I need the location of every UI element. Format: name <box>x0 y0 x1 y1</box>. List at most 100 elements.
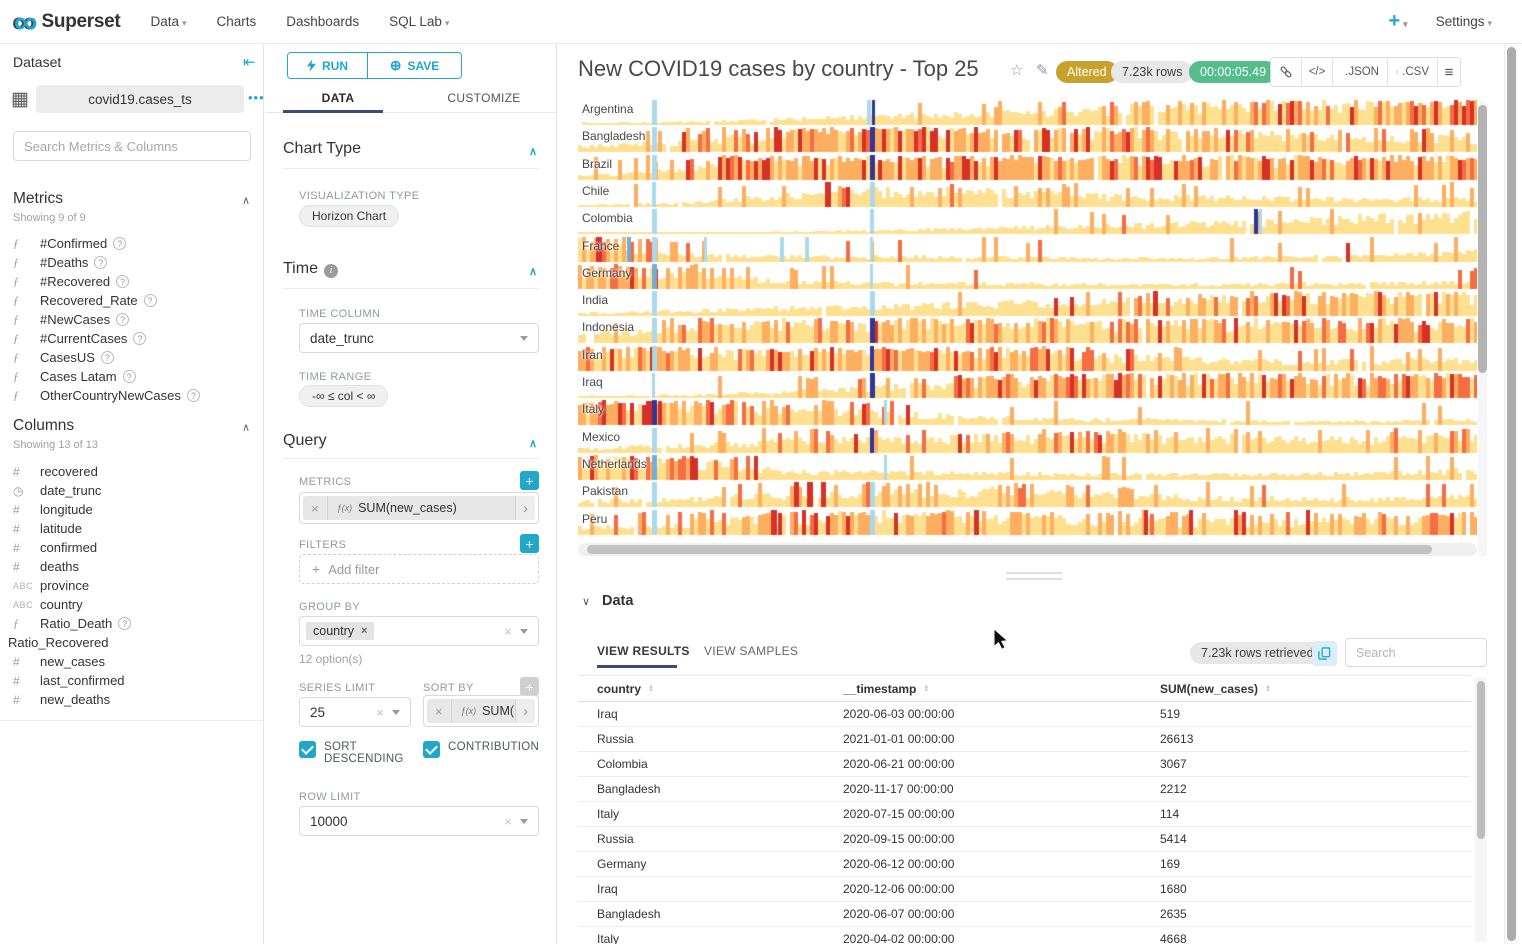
nav-item-sql-lab[interactable]: SQL Lab▾ <box>389 14 449 29</box>
column-item-new-deaths[interactable]: #new_deaths <box>13 690 258 709</box>
dataset-more-menu[interactable]: ••• <box>248 90 265 105</box>
copy-link-button[interactable] <box>1271 58 1302 86</box>
column-item-date-trunc[interactable]: ◷date_trunc <box>13 481 258 500</box>
page-scroll-thumb[interactable] <box>1507 47 1516 941</box>
time-collapse-icon[interactable]: ∧ <box>529 265 537 278</box>
metric-item-casesus[interactable]: ƒCasesUS? <box>13 348 258 367</box>
chevron-down-icon: ▾ <box>1403 19 1408 29</box>
add-sort-button[interactable]: + <box>520 677 539 696</box>
metrics-collapse-icon[interactable]: ∧ <box>242 194 250 207</box>
run-button[interactable]: RUN <box>288 53 368 78</box>
column-item-confirmed[interactable]: #confirmed <box>13 538 258 557</box>
column-item-country[interactable]: ABCcountry <box>13 595 258 614</box>
chart-vscroll-thumb[interactable] <box>1478 105 1487 373</box>
sort-icon[interactable]: ▲▼ <box>648 685 654 693</box>
tab-data[interactable]: DATA <box>265 84 411 112</box>
hash-icon: # <box>13 522 40 536</box>
nav-item-data[interactable]: Data▾ <box>150 14 186 29</box>
tab-view-samples[interactable]: VIEW SAMPLES <box>704 644 798 658</box>
chart-hscroll-thumb[interactable] <box>587 545 1432 554</box>
time-column-select[interactable]: date_trunc <box>299 323 539 353</box>
filters-label: FILTERS <box>299 539 346 551</box>
new-item-button[interactable]: +▾ <box>1388 10 1407 33</box>
altered-badge[interactable]: Altered <box>1056 61 1118 83</box>
column-item-deaths[interactable]: #deaths <box>13 557 258 576</box>
expand-sort-icon[interactable]: › <box>515 699 535 723</box>
remove-sort-icon[interactable]: × <box>427 699 452 723</box>
add-filter-dropzone[interactable]: +Add filter <box>299 554 539 584</box>
superset-logo[interactable]: ∞ Superset <box>14 7 120 37</box>
column-item-ratio-recovered[interactable]: Ratio_Recovered <box>8 633 258 652</box>
nav-item-charts[interactable]: Charts <box>217 14 257 29</box>
viz-type-label: VISUALIZATION TYPE <box>299 190 420 202</box>
sort-icon[interactable]: ▲▼ <box>923 685 929 693</box>
search-metrics-columns-input[interactable] <box>13 131 251 161</box>
contribution-checkbox[interactable] <box>423 741 440 758</box>
row-limit-select[interactable]: 10000× <box>299 806 539 836</box>
time-section-title[interactable]: Timei <box>283 260 338 278</box>
metric-item--deaths[interactable]: ƒ#Deaths? <box>13 253 258 272</box>
column-header-sum[interactable]: SUM(new_cases)▲▼ <box>1141 682 1471 696</box>
panel-resize-handle[interactable] <box>1006 572 1062 584</box>
metric-item-othercountrynewcases[interactable]: ƒOtherCountryNewCases? <box>13 386 258 405</box>
viz-type-value[interactable]: Horizon Chart <box>299 205 399 227</box>
edit-title-icon[interactable]: ✎ <box>1036 61 1049 79</box>
chart-title: New COVID19 cases by country - Top 25 <box>578 56 979 82</box>
metric-item-recovered-rate[interactable]: ƒRecovered_Rate? <box>13 291 258 310</box>
settings-menu[interactable]: Settings▾ <box>1436 14 1492 29</box>
remove-metric-icon[interactable]: × <box>303 496 328 520</box>
columns-collapse-icon[interactable]: ∧ <box>242 421 250 434</box>
chart-type-section-title[interactable]: Chart Type <box>283 140 361 158</box>
column-item-recovered[interactable]: #recovered <box>13 462 258 481</box>
data-panel-collapse-icon[interactable]: ∨ <box>582 595 590 608</box>
clear-icon[interactable]: × <box>376 705 384 720</box>
collapse-sidebar-icon[interactable]: ⇤ <box>243 53 256 71</box>
table-vscroll-thumb[interactable] <box>1477 681 1485 839</box>
metric-item--currentcases[interactable]: ƒ#CurrentCases? <box>13 329 258 348</box>
time-range-value[interactable]: -∞ ≤ col < ∞ <box>299 385 388 407</box>
column-item-latitude[interactable]: #latitude <box>13 519 258 538</box>
sort-by-pill[interactable]: × ƒ(x) SUM(... › <box>427 699 535 723</box>
copy-data-button[interactable] <box>1312 641 1337 666</box>
column-item-longitude[interactable]: #longitude <box>13 500 258 519</box>
tab-view-results[interactable]: VIEW RESULTS <box>597 644 690 658</box>
favorite-star-icon[interactable]: ☆ <box>1010 61 1023 79</box>
column-item-new-cases[interactable]: #new_cases <box>13 652 258 671</box>
results-search-input[interactable] <box>1345 638 1487 667</box>
export-csv-button[interactable]: .CSV <box>1388 58 1438 86</box>
tab-customize[interactable]: CUSTOMIZE <box>411 84 557 112</box>
groupby-select[interactable]: country× × <box>299 616 539 646</box>
clear-icon[interactable]: × <box>504 814 512 829</box>
clear-icon[interactable]: × <box>504 624 512 639</box>
metric-item--recovered[interactable]: ƒ#Recovered? <box>13 272 258 291</box>
query-section-title[interactable]: Query <box>283 432 327 450</box>
column-header-country[interactable]: country▲▼ <box>578 682 824 696</box>
column-item-last-confirmed[interactable]: #last_confirmed <box>13 671 258 690</box>
column-item-province[interactable]: ABCprovince <box>13 576 258 595</box>
metric-pill[interactable]: × ƒ(x) SUM(new_cases) › <box>303 496 535 520</box>
expand-metric-icon[interactable]: › <box>515 496 535 520</box>
table-cell: 2020-06-21 00:00:00 <box>824 757 1141 771</box>
add-metric-button[interactable]: + <box>520 471 539 490</box>
dataset-name[interactable]: covid19.cases_ts <box>36 85 244 113</box>
chevron-down-icon <box>520 819 528 824</box>
sort-descending-checkbox[interactable] <box>299 741 316 758</box>
remove-tag-icon[interactable]: × <box>361 625 367 637</box>
nav-item-dashboards[interactable]: Dashboards <box>286 14 359 29</box>
sort-icon[interactable]: ▲▼ <box>1265 685 1271 693</box>
column-item-label: recovered <box>40 464 98 479</box>
more-options-button[interactable]: ≡ <box>1438 58 1460 86</box>
metric-item--confirmed[interactable]: ƒ#Confirmed? <box>13 234 258 253</box>
column-item-ratio-death[interactable]: ƒRatio_Death? <box>13 614 258 633</box>
metric-item-cases-latam[interactable]: ƒCases Latam? <box>13 367 258 386</box>
export-json-button[interactable]: .JSON <box>1333 58 1388 86</box>
save-button[interactable]: ⊕ SAVE <box>368 53 461 78</box>
query-collapse-icon[interactable]: ∧ <box>529 437 537 450</box>
embed-code-button[interactable]: </> <box>1302 58 1333 86</box>
column-header-timestamp[interactable]: __timestamp▲▼ <box>824 682 1141 696</box>
chevron-down-icon <box>520 336 528 341</box>
metric-item--newcases[interactable]: ƒ#NewCases? <box>13 310 258 329</box>
chart-type-collapse-icon[interactable]: ∧ <box>529 145 537 158</box>
series-limit-select[interactable]: 25× <box>299 697 411 727</box>
add-filter-button[interactable]: + <box>520 534 539 553</box>
